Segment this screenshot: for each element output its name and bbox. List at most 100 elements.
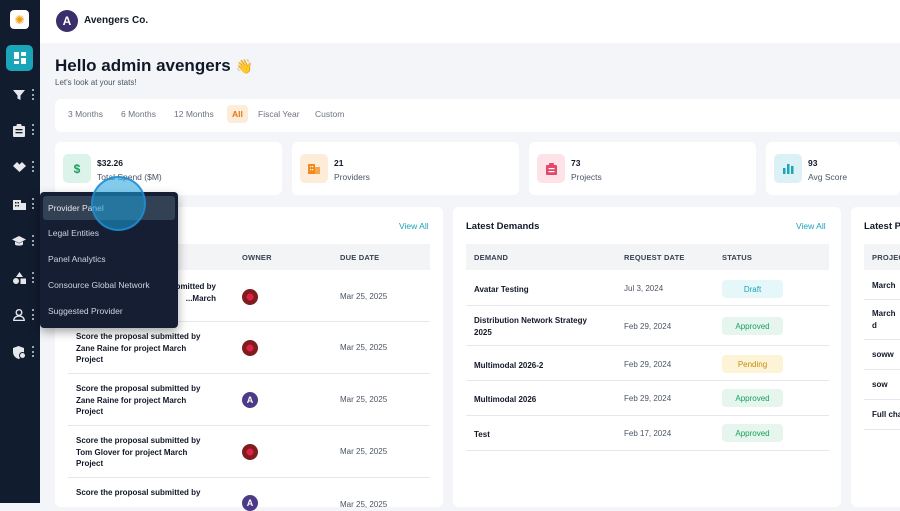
page-title: Hello admin avengers 👋 xyxy=(55,56,253,75)
column-project: PROJEC xyxy=(872,253,900,262)
due-date: Mar 25, 2025 xyxy=(340,343,388,352)
latest-projects-card: Latest P PROJEC March Marchd soww sow Fu… xyxy=(851,207,900,507)
demand-name: Distribution Network Strategy 2025 xyxy=(474,316,587,337)
clipboard-icon xyxy=(12,123,26,137)
sidebar-item-security[interactable] xyxy=(0,339,40,365)
more-icon[interactable] xyxy=(32,89,35,100)
menu-item-suggested-provider[interactable]: Suggested Provider xyxy=(43,297,175,321)
more-icon[interactable] xyxy=(32,161,35,172)
company-name[interactable]: Avengers Co. xyxy=(84,15,148,26)
sidebar-item-dashboard[interactable] xyxy=(0,45,40,71)
stat-value: 93 xyxy=(808,158,818,168)
shapes-icon xyxy=(12,271,26,285)
demand-name: Multimodal 2026 xyxy=(474,395,537,404)
owner-avatar[interactable]: A xyxy=(242,495,258,511)
more-icon[interactable] xyxy=(32,309,35,320)
owner-avatar[interactable] xyxy=(242,444,258,460)
stat-label: Projects xyxy=(571,172,602,182)
more-icon[interactable] xyxy=(32,124,35,135)
status-badge: Pending xyxy=(722,355,783,373)
table-row[interactable]: March xyxy=(864,270,900,300)
column-demand: DEMAND xyxy=(474,253,509,262)
page-subtitle: Let's look at your stats! xyxy=(55,78,137,87)
demands-view-all-link[interactable]: View All xyxy=(796,221,826,231)
company-logo[interactable]: A xyxy=(56,10,78,32)
table-row[interactable]: sow xyxy=(864,370,900,400)
stat-card-avg-score[interactable]: 93 Avg Score xyxy=(766,142,900,195)
app-logo-icon[interactable]: ✺ xyxy=(10,10,29,29)
owner-avatar[interactable] xyxy=(242,340,258,356)
stat-card-projects[interactable]: 73 Projects xyxy=(529,142,756,195)
demand-name: Avatar Testing xyxy=(474,285,529,294)
table-row[interactable]: March d xyxy=(864,300,900,340)
stat-card-total-spend[interactable]: $ $32.26 Total Spend ($M) xyxy=(55,142,282,195)
tasks-view-all-link[interactable]: View All xyxy=(399,221,429,231)
task-title: Score the proposal submitted by Tom Glove… xyxy=(76,436,201,468)
demand-name: Multimodal 2026-2 xyxy=(474,361,544,370)
more-icon[interactable] xyxy=(32,346,35,357)
dollar-icon: $ xyxy=(63,154,91,183)
table-row[interactable]: Test Feb 17, 2024 Approved xyxy=(466,416,829,451)
latest-demands-card: Latest Demands View All DEMAND REQUEST D… xyxy=(453,207,841,507)
column-owner: OWNER xyxy=(242,253,272,262)
sidebar-item-filter[interactable] xyxy=(0,82,40,108)
task-title: Score the proposal submitted by Zane Rain… xyxy=(76,332,201,364)
request-date: Feb 29, 2024 xyxy=(624,394,672,403)
sidebar-item-handshake[interactable] xyxy=(0,154,40,180)
stat-value: 21 xyxy=(334,158,344,168)
due-date: Mar 25, 2025 xyxy=(340,395,388,404)
building-icon xyxy=(12,197,26,211)
table-row[interactable]: Avatar Testing Jul 3, 2024 Draft xyxy=(466,270,829,306)
project-name: soww xyxy=(872,350,894,359)
projects-table-header: PROJEC xyxy=(864,244,900,270)
tab-custom[interactable]: Custom xyxy=(315,109,344,119)
owner-avatar[interactable] xyxy=(242,289,258,305)
table-row[interactable]: Score the proposal submitted by A Mar 25… xyxy=(68,478,430,511)
menu-item-panel-analytics[interactable]: Panel Analytics xyxy=(43,245,175,269)
request-date: Feb 29, 2024 xyxy=(624,322,672,331)
more-icon[interactable] xyxy=(32,272,35,283)
table-row[interactable]: Multimodal 2026-2 Feb 29, 2024 Pending xyxy=(466,346,829,381)
column-status: STATUS xyxy=(722,253,753,262)
owner-avatar[interactable]: A xyxy=(242,392,258,408)
sidebar-item-building[interactable] xyxy=(0,191,40,217)
due-date: Mar 25, 2025 xyxy=(340,500,388,509)
demand-name: Test xyxy=(474,430,490,439)
due-date: Mar 25, 2025 xyxy=(340,292,388,301)
sidebar-item-user[interactable] xyxy=(0,302,40,328)
tab-fiscal-year[interactable]: Fiscal Year xyxy=(258,109,300,119)
graduation-cap-icon xyxy=(12,234,26,248)
table-row[interactable]: soww xyxy=(864,340,900,370)
more-icon[interactable] xyxy=(32,235,35,246)
stat-value: $32.26 xyxy=(97,158,123,168)
table-row[interactable]: Score the proposal submitted by Tom Glove… xyxy=(68,426,430,478)
table-row[interactable]: Distribution Network Strategy 2025 Feb 29… xyxy=(466,306,829,346)
tab-6-months[interactable]: 6 Months xyxy=(121,109,156,119)
table-row[interactable]: Full cha xyxy=(864,400,900,430)
request-date: Jul 3, 2024 xyxy=(624,284,664,293)
column-due-date: DUE DATE xyxy=(340,253,380,262)
table-row[interactable]: Multimodal 2026 Feb 29, 2024 Approved xyxy=(466,381,829,416)
menu-item-consource-global-network[interactable]: Consource Global Network xyxy=(43,271,175,295)
stat-card-providers[interactable]: 21 Providers xyxy=(292,142,519,195)
dashboard-icon xyxy=(6,45,33,71)
tab-3-months[interactable]: 3 Months xyxy=(68,109,103,119)
stat-label: Avg Score xyxy=(808,172,848,182)
more-icon[interactable] xyxy=(32,198,35,209)
card-title: Latest P xyxy=(864,221,900,232)
task-title: Score the proposal submitted by xyxy=(76,488,201,497)
status-badge: Approved xyxy=(722,317,783,335)
project-name: March d xyxy=(872,309,896,330)
sidebar-item-learning[interactable] xyxy=(0,228,40,254)
tab-all[interactable]: All xyxy=(227,105,248,123)
status-badge: Approved xyxy=(722,424,783,442)
sidebar-item-clipboard[interactable] xyxy=(0,117,40,143)
table-row[interactable]: Score the proposal submitted by Zane Rain… xyxy=(68,322,430,374)
time-filter-bar: 3 Months 6 Months 12 Months All Fiscal Y… xyxy=(55,99,900,132)
table-row[interactable]: Score the proposal submitted by Zane Rain… xyxy=(68,374,430,426)
sidebar-item-shapes[interactable] xyxy=(0,265,40,291)
tab-12-months[interactable]: 12 Months xyxy=(174,109,214,119)
bar-chart-icon xyxy=(774,154,802,183)
due-date: Mar 25, 2025 xyxy=(340,447,388,456)
filter-icon xyxy=(12,88,26,102)
